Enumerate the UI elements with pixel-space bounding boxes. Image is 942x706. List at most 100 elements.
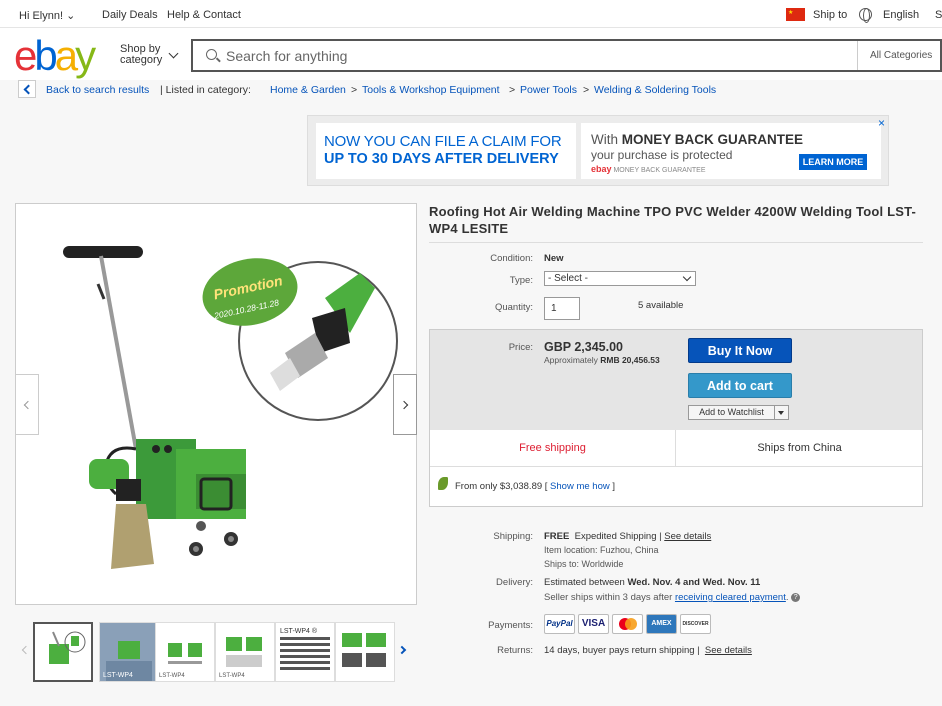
breadcrumb-home-garden[interactable]: Home & Garden — [270, 84, 346, 96]
svg-text:LST-WP4: LST-WP4 — [219, 673, 245, 679]
greeting-label: Hi Elynn! — [19, 10, 64, 22]
seller-ships-text: Seller ships within 3 days after receivi… — [544, 592, 801, 603]
top-nav-bar: Hi Elynn! ⌄ Daily Deals Help & Contact S… — [0, 0, 942, 28]
search-box: All Categories — [191, 39, 942, 72]
delivery-label: Delivery: — [496, 577, 533, 588]
breadcrumb-separator: > — [583, 84, 590, 96]
promotion-dates: 2020.10.28-11.28 — [213, 297, 280, 321]
ships-from-label: Ships from China — [757, 442, 842, 454]
china-flag-icon[interactable] — [786, 8, 805, 21]
category-label: category — [120, 54, 163, 66]
mbg-subtext: your purchase is protected — [591, 148, 733, 162]
header: ebay Shop by category All Categories — [0, 28, 942, 80]
svg-text:LST-WP4: LST-WP4 — [159, 673, 185, 679]
buy-it-now-button[interactable]: Buy It Now — [688, 338, 792, 363]
condition-label: Condition: — [490, 253, 533, 264]
quantity-input[interactable]: 1 — [544, 297, 580, 320]
quantity-label: Quantity: — [494, 302, 533, 313]
visa-icon: VISA — [578, 614, 609, 634]
thumbnail-strip: LST-WP4 LST-WP4 LST-WP4 LST-WP4 ® — [17, 622, 427, 684]
mastercard-icon — [612, 614, 643, 634]
breadcrumb-welding-soldering[interactable]: Welding & Soldering Tools — [594, 84, 716, 96]
daily-deals-link[interactable]: Daily Deals — [102, 9, 158, 21]
breadcrumb-power-tools[interactable]: Power Tools — [520, 84, 577, 96]
add-to-watchlist-button[interactable]: Add to Watchlist — [688, 405, 775, 420]
thumbnail-3[interactable]: LST-WP4 — [155, 622, 215, 682]
back-to-search-link[interactable]: Back to search results — [46, 84, 149, 96]
ad-banner[interactable]: NOW YOU CAN FILE A CLAIM FOR UP TO 30 DA… — [307, 115, 889, 186]
available-count: 5 available — [638, 300, 684, 311]
category-select[interactable]: All Categories — [857, 41, 940, 70]
language-selector[interactable]: English — [883, 9, 919, 21]
leaf-icon — [438, 477, 448, 490]
learn-more-button[interactable]: LEARN MORE — [799, 154, 867, 170]
financing-text: From only $3,038.89 [ Show me how ] — [455, 481, 616, 492]
payments-label: Payments: — [488, 620, 533, 631]
breadcrumb-separator: > — [351, 84, 358, 96]
help-contact-link[interactable]: Help & Contact — [167, 9, 241, 21]
title-divider — [429, 242, 923, 243]
ad-headline-1: NOW YOU CAN FILE A CLAIM FOR — [324, 133, 562, 150]
shipping-value: FREE Expedited Shipping | See details — [544, 531, 712, 542]
svg-text:LST-WP4 ®: LST-WP4 ® — [280, 627, 318, 635]
returns-label: Returns: — [497, 645, 533, 656]
money-back-panel: With MONEY BACK GUARANTEE your purchase … — [581, 123, 881, 179]
thumbnail-1[interactable] — [33, 622, 93, 682]
search-input[interactable] — [226, 45, 826, 67]
receiving-cleared-payment-link[interactable]: receiving cleared payment — [675, 592, 786, 603]
returns-see-details-link[interactable]: See details — [705, 645, 752, 656]
add-to-cart-button[interactable]: Add to cart — [688, 373, 792, 398]
main-product-image[interactable]: Promotion 2020.10.28-11.28 — [15, 203, 417, 605]
breadcrumb-tools-workshop[interactable]: Tools & Workshop Equipment — [362, 84, 500, 96]
shop-by-category-button[interactable]: Shop by category — [120, 44, 162, 66]
mbg-headline: With MONEY BACK GUARANTEE — [591, 132, 804, 147]
item-location: Item location: Fuzhou, China — [544, 545, 659, 555]
thumbnail-2[interactable]: LST-WP4 — [99, 622, 159, 682]
thumbnail-5[interactable]: LST-WP4 ® — [275, 622, 335, 682]
returns-policy: 14 days, buyer pays return shipping | Se… — [544, 645, 752, 656]
free-shipping-label: Free shipping — [430, 430, 676, 466]
ebay-logo[interactable]: ebay — [14, 34, 96, 78]
thumbnail-6[interactable] — [335, 622, 395, 682]
amex-icon: AMEX — [646, 614, 677, 634]
greeting-menu[interactable]: Hi Elynn! ⌄ — [19, 9, 75, 22]
paypal-icon: PayPal — [544, 614, 575, 634]
ship-to-link[interactable]: Ship to — [813, 9, 847, 21]
type-label: Type: — [509, 275, 533, 286]
image-prev-button[interactable] — [15, 374, 39, 435]
topbar-truncated-item[interactable]: S — [935, 9, 942, 21]
breadcrumb: Back to search results | Listed in categ… — [18, 80, 938, 100]
product-title: Roofing Hot Air Welding Machine TPO PVC … — [429, 204, 917, 236]
watchlist-dropdown-icon[interactable] — [775, 405, 789, 420]
price-label: Price: — [508, 342, 533, 353]
discover-icon: DISCOVER — [680, 614, 711, 634]
ships-to: Ships to: Worldwide — [544, 559, 624, 569]
see-details-link[interactable]: See details — [664, 531, 711, 542]
price-value: GBP 2,345.00 — [544, 340, 623, 354]
chevron-down-icon: ⌄ — [66, 10, 76, 22]
condition-value: New — [544, 253, 564, 264]
back-arrow-icon[interactable] — [18, 80, 36, 98]
type-select[interactable]: - Select - — [544, 271, 696, 286]
ad-headline-2: UP TO 30 DAYS AFTER DELIVERY — [324, 151, 559, 167]
help-icon[interactable]: ? — [791, 592, 801, 602]
image-next-button[interactable] — [393, 374, 417, 435]
show-me-how-link[interactable]: Show me how — [547, 481, 610, 492]
mbg-logo: ebay MONEY BACK GUARANTEE — [591, 164, 706, 174]
chevron-right-icon[interactable] — [397, 645, 407, 655]
chevron-left-icon[interactable] — [21, 645, 31, 655]
shipping-label: Shipping: — [493, 531, 533, 542]
listed-in-label: | Listed in category: — [160, 84, 251, 96]
claim-ad-panel: NOW YOU CAN FILE A CLAIM FOR UP TO 30 DA… — [316, 123, 576, 179]
globe-icon — [859, 8, 872, 23]
shipping-summary: Free shipping Ships from China From only… — [430, 430, 922, 506]
approx-price: Approximately RMB 20,456.53 — [544, 355, 660, 365]
close-icon[interactable]: × — [878, 116, 885, 130]
price-box: Price: GBP 2,345.00 Approximately RMB 20… — [429, 329, 923, 507]
search-icon — [206, 49, 217, 60]
financing-row: From only $3,038.89 [ Show me how ] — [430, 466, 922, 506]
svg-text:LST-WP4: LST-WP4 — [103, 672, 133, 679]
thumbnail-4[interactable]: LST-WP4 — [215, 622, 275, 682]
delivery-estimate: Estimated between Wed. Nov. 4 and Wed. N… — [544, 577, 761, 588]
breadcrumb-separator: > — [509, 84, 516, 96]
